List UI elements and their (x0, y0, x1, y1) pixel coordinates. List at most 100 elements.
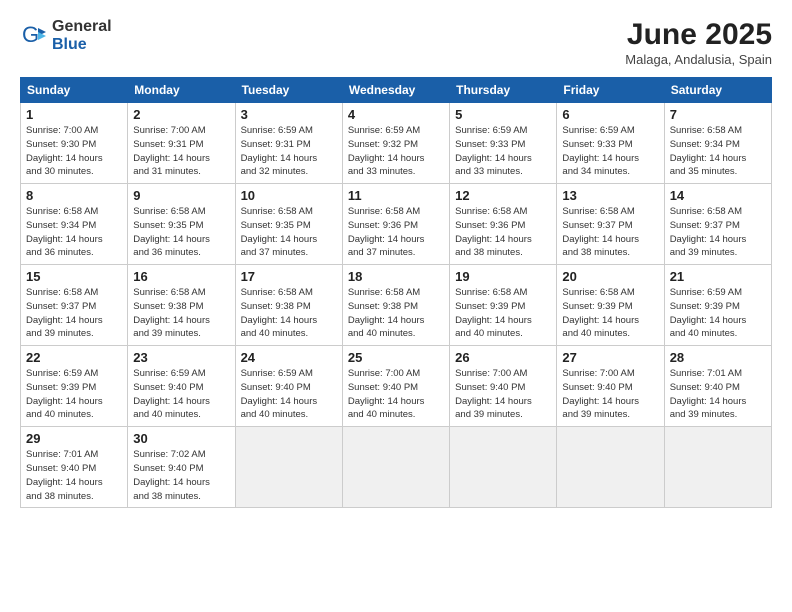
header-thursday: Thursday (450, 78, 557, 103)
cell-info: Sunrise: 6:58 AMSunset: 9:36 PMDaylight:… (348, 205, 444, 260)
day-number: 29 (26, 431, 122, 446)
day-number: 28 (670, 350, 766, 365)
cell-info: Sunrise: 7:01 AMSunset: 9:40 PMDaylight:… (670, 367, 766, 422)
cell-info: Sunrise: 7:01 AMSunset: 9:40 PMDaylight:… (26, 448, 122, 503)
table-row: 23 Sunrise: 6:59 AMSunset: 9:40 PMDayligh… (128, 346, 235, 427)
logo-general-text: General (52, 18, 112, 36)
day-number: 9 (133, 188, 229, 203)
table-row: 12 Sunrise: 6:58 AMSunset: 9:36 PMDayligh… (450, 184, 557, 265)
cell-info: Sunrise: 6:59 AMSunset: 9:39 PMDaylight:… (670, 286, 766, 341)
table-row: 25 Sunrise: 7:00 AMSunset: 9:40 PMDayligh… (342, 346, 449, 427)
table-row: 6 Sunrise: 6:59 AMSunset: 9:33 PMDaylight… (557, 103, 664, 184)
calendar-table: Sunday Monday Tuesday Wednesday Thursday… (20, 77, 772, 508)
cell-info: Sunrise: 6:58 AMSunset: 9:36 PMDaylight:… (455, 205, 551, 260)
svg-text:G: G (22, 22, 39, 47)
cell-info: Sunrise: 7:02 AMSunset: 9:40 PMDaylight:… (133, 448, 229, 503)
day-number: 25 (348, 350, 444, 365)
empty-cell (235, 427, 342, 508)
day-number: 17 (241, 269, 337, 284)
table-row: 9 Sunrise: 6:58 AMSunset: 9:35 PMDaylight… (128, 184, 235, 265)
day-number: 27 (562, 350, 658, 365)
cell-info: Sunrise: 6:58 AMSunset: 9:34 PMDaylight:… (26, 205, 122, 260)
empty-cell (557, 427, 664, 508)
header-friday: Friday (557, 78, 664, 103)
table-row: 17 Sunrise: 6:58 AMSunset: 9:38 PMDayligh… (235, 265, 342, 346)
table-row: 24 Sunrise: 6:59 AMSunset: 9:40 PMDayligh… (235, 346, 342, 427)
logo-blue-text: Blue (52, 36, 112, 54)
logo: G General Blue (20, 18, 112, 53)
cell-info: Sunrise: 6:59 AMSunset: 9:31 PMDaylight:… (241, 124, 337, 179)
table-row: 14Sunrise: 6:58 AMSunset: 9:37 PMDayligh… (664, 184, 771, 265)
day-number: 2 (133, 107, 229, 122)
table-row: 10 Sunrise: 6:58 AMSunset: 9:35 PMDayligh… (235, 184, 342, 265)
table-row: 20 Sunrise: 6:58 AMSunset: 9:39 PMDayligh… (557, 265, 664, 346)
cell-info: Sunrise: 6:59 AMSunset: 9:32 PMDaylight:… (348, 124, 444, 179)
cell-info: Sunrise: 7:00 AMSunset: 9:40 PMDaylight:… (455, 367, 551, 422)
table-row: 19Sunrise: 6:58 AMSunset: 9:39 PMDayligh… (450, 265, 557, 346)
day-number: 6 (562, 107, 658, 122)
day-number: 10 (241, 188, 337, 203)
day-number: 3 (241, 107, 337, 122)
cell-info: Sunrise: 6:59 AMSunset: 9:39 PMDaylight:… (26, 367, 122, 422)
day-number: 12 (455, 188, 551, 203)
cell-info: Sunrise: 6:58 AMSunset: 9:38 PMDaylight:… (133, 286, 229, 341)
day-number: 22 (26, 350, 122, 365)
table-row: 22 Sunrise: 6:59 AMSunset: 9:39 PMDayligh… (21, 346, 128, 427)
table-row: 18 Sunrise: 6:58 AMSunset: 9:38 PMDayligh… (342, 265, 449, 346)
day-number: 26 (455, 350, 551, 365)
table-row: 21 Sunrise: 6:59 AMSunset: 9:39 PMDayligh… (664, 265, 771, 346)
table-row: 2 Sunrise: 7:00 AMSunset: 9:31 PMDaylight… (128, 103, 235, 184)
day-number: 23 (133, 350, 229, 365)
header-monday: Monday (128, 78, 235, 103)
cell-info: Sunrise: 6:58 AMSunset: 9:37 PMDaylight:… (670, 205, 766, 260)
cell-info: Sunrise: 6:59 AMSunset: 9:33 PMDaylight:… (562, 124, 658, 179)
cell-info: Sunrise: 7:00 AMSunset: 9:31 PMDaylight:… (133, 124, 229, 179)
day-number: 24 (241, 350, 337, 365)
cell-info: Sunrise: 6:58 AMSunset: 9:39 PMDaylight:… (562, 286, 658, 341)
empty-cell (450, 427, 557, 508)
empty-cell (342, 427, 449, 508)
table-row: 1 Sunrise: 7:00 AMSunset: 9:30 PMDaylight… (21, 103, 128, 184)
cell-info: Sunrise: 6:58 AMSunset: 9:35 PMDaylight:… (133, 205, 229, 260)
day-number: 4 (348, 107, 444, 122)
table-row: 29 Sunrise: 7:01 AMSunset: 9:40 PMDayligh… (21, 427, 128, 508)
cell-info: Sunrise: 7:00 AMSunset: 9:40 PMDaylight:… (562, 367, 658, 422)
cell-info: Sunrise: 6:59 AMSunset: 9:33 PMDaylight:… (455, 124, 551, 179)
cell-info: Sunrise: 6:58 AMSunset: 9:35 PMDaylight:… (241, 205, 337, 260)
day-number: 20 (562, 269, 658, 284)
table-row: 8 Sunrise: 6:58 AMSunset: 9:34 PMDaylight… (21, 184, 128, 265)
title-area: June 2025 Malaga, Andalusia, Spain (625, 18, 772, 67)
day-number: 11 (348, 188, 444, 203)
cell-info: Sunrise: 6:58 AMSunset: 9:37 PMDaylight:… (562, 205, 658, 260)
table-row: 4 Sunrise: 6:59 AMSunset: 9:32 PMDaylight… (342, 103, 449, 184)
cell-info: Sunrise: 6:58 AMSunset: 9:34 PMDaylight:… (670, 124, 766, 179)
day-number: 21 (670, 269, 766, 284)
cell-info: Sunrise: 6:59 AMSunset: 9:40 PMDaylight:… (133, 367, 229, 422)
cell-info: Sunrise: 6:58 AMSunset: 9:39 PMDaylight:… (455, 286, 551, 341)
cell-info: Sunrise: 7:00 AMSunset: 9:40 PMDaylight:… (348, 367, 444, 422)
day-number: 5 (455, 107, 551, 122)
table-row: 15 Sunrise: 6:58 AMSunset: 9:37 PMDayligh… (21, 265, 128, 346)
table-row: 5 Sunrise: 6:59 AMSunset: 9:33 PMDaylight… (450, 103, 557, 184)
empty-cell (664, 427, 771, 508)
day-number: 18 (348, 269, 444, 284)
day-number: 7 (670, 107, 766, 122)
cell-info: Sunrise: 7:00 AMSunset: 9:30 PMDaylight:… (26, 124, 122, 179)
day-number: 30 (133, 431, 229, 446)
cell-info: Sunrise: 6:59 AMSunset: 9:40 PMDaylight:… (241, 367, 337, 422)
table-row: 26 Sunrise: 7:00 AMSunset: 9:40 PMDayligh… (450, 346, 557, 427)
location: Malaga, Andalusia, Spain (625, 52, 772, 67)
header-sunday: Sunday (21, 78, 128, 103)
cell-info: Sunrise: 6:58 AMSunset: 9:38 PMDaylight:… (348, 286, 444, 341)
logo-icon: G (20, 22, 48, 50)
cell-info: Sunrise: 6:58 AMSunset: 9:38 PMDaylight:… (241, 286, 337, 341)
cell-info: Sunrise: 6:58 AMSunset: 9:37 PMDaylight:… (26, 286, 122, 341)
header-tuesday: Tuesday (235, 78, 342, 103)
month-title: June 2025 (625, 18, 772, 52)
day-number: 8 (26, 188, 122, 203)
table-row: 3 Sunrise: 6:59 AMSunset: 9:31 PMDaylight… (235, 103, 342, 184)
day-number: 15 (26, 269, 122, 284)
table-row: 16Sunrise: 6:58 AMSunset: 9:38 PMDayligh… (128, 265, 235, 346)
day-number: 1 (26, 107, 122, 122)
table-row: 30 Sunrise: 7:02 AMSunset: 9:40 PMDayligh… (128, 427, 235, 508)
